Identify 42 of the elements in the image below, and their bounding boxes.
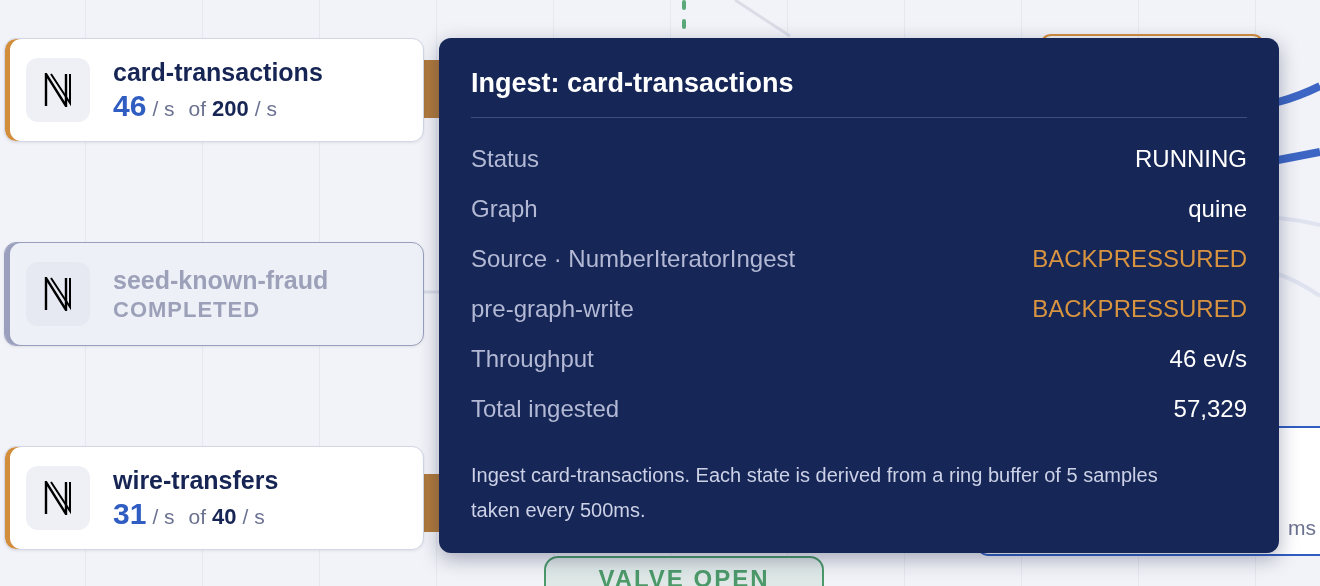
- connector-bar: [424, 60, 440, 118]
- edge-line: [734, 0, 791, 38]
- max-value: 200: [212, 95, 249, 122]
- ingest-name: card-transactions: [113, 57, 323, 87]
- of-label: of: [188, 504, 207, 529]
- edge-line: [1277, 272, 1320, 298]
- of-label: of: [188, 96, 207, 121]
- field-label: pre-graph-write: [471, 295, 634, 323]
- rate-value: 31: [113, 496, 147, 531]
- logo-icon: [44, 481, 72, 515]
- ingest-card[interactable]: wire-transfers 31 / s of 40 / s: [4, 446, 424, 550]
- dashed-connector: [682, 0, 686, 30]
- max-unit: / s: [242, 504, 265, 529]
- logo-icon: [44, 73, 72, 107]
- rate-unit: / s: [152, 504, 175, 529]
- max-value: 40: [212, 503, 237, 530]
- field-value: 46 ev/s: [1169, 345, 1247, 373]
- logo-icon: [44, 277, 72, 311]
- field-value: BACKPRESSURED: [1032, 295, 1247, 323]
- field-label: Total ingested: [471, 395, 620, 423]
- field-value: BACKPRESSURED: [1032, 245, 1247, 273]
- connector-bar: [424, 474, 440, 532]
- max-unit: / s: [254, 96, 277, 121]
- rate-value: 46: [113, 88, 147, 123]
- field-value: RUNNING: [1135, 145, 1247, 173]
- edge-line: [1276, 82, 1320, 106]
- ingest-card[interactable]: card-transactions 46 / s of 200 / s: [4, 38, 424, 142]
- edge-line: [1277, 148, 1320, 164]
- rate-unit: / s: [152, 96, 175, 121]
- tooltip-title: Ingest: card-transactions: [471, 68, 1247, 118]
- field-label: Throughput: [471, 345, 594, 373]
- tooltip-note: Ingest card-transactions. Each state is derived from a ring buffer of 5 samples taken every 500ms.: [471, 463, 1159, 523]
- field-label: Source · NumberIteratorIngest: [471, 245, 796, 273]
- field-value: quine: [1188, 195, 1247, 223]
- ingest-name: seed-known-fraud: [113, 265, 329, 295]
- ingest-name: wire-transfers: [113, 465, 279, 495]
- field-label: Graph: [471, 195, 538, 223]
- status-label: COMPLETED: [113, 296, 262, 323]
- field-value: 57,329: [1173, 395, 1247, 423]
- field-label: Status: [471, 145, 540, 173]
- edge-line: [1277, 216, 1320, 227]
- latency-unit: ms: [1288, 516, 1316, 540]
